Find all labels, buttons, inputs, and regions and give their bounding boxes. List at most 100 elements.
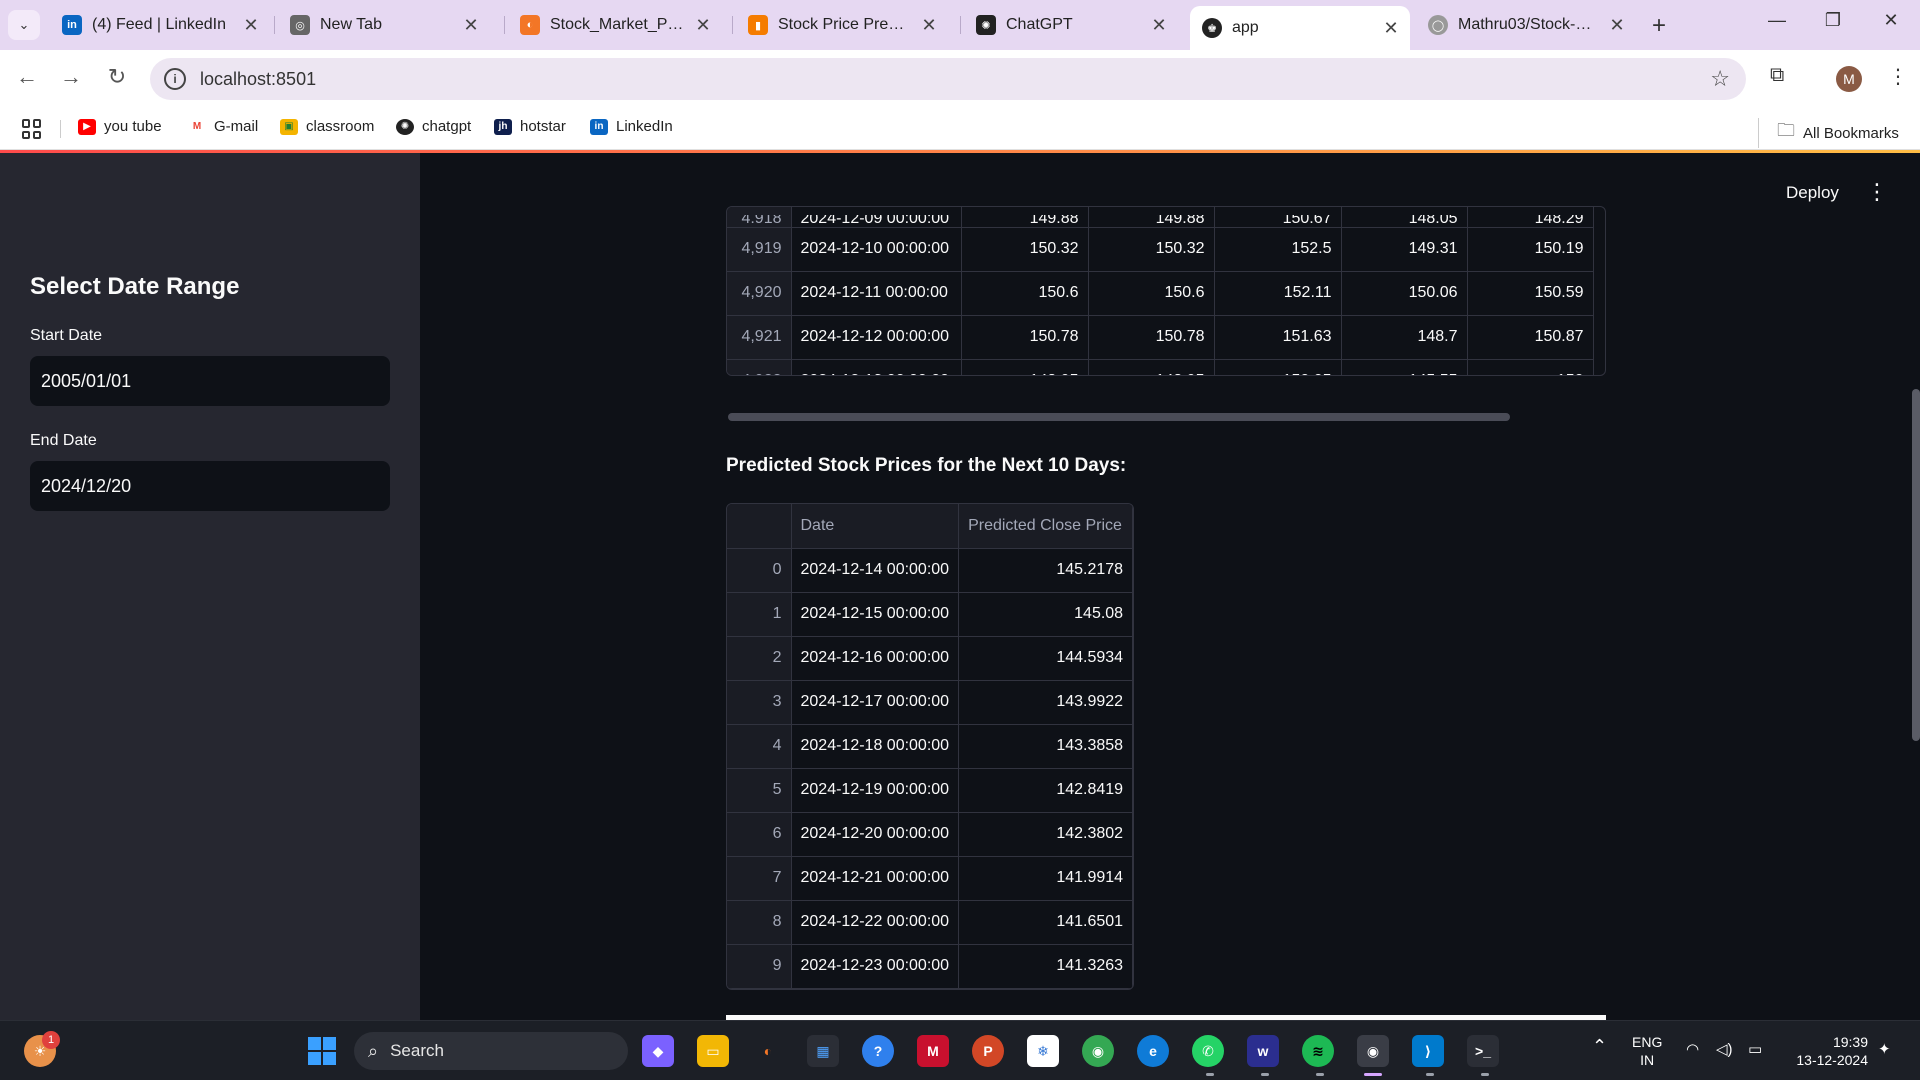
mcafee-icon[interactable]: M bbox=[917, 1035, 949, 1067]
tab-chatgpt[interactable]: ✺ ChatGPT ✕ bbox=[964, 6, 1178, 44]
microsoft-store-icon[interactable]: ▦ bbox=[807, 1035, 839, 1067]
table-row: 7 2024-12-21 00:00:00 141.9914 bbox=[727, 856, 1134, 901]
table-row: 8 2024-12-22 00:00:00 141.6501 bbox=[727, 900, 1134, 945]
whatsapp-icon[interactable]: ✆ bbox=[1192, 1035, 1224, 1067]
help-icon[interactable]: ? bbox=[862, 1035, 894, 1067]
profile-avatar[interactable]: M bbox=[1836, 66, 1862, 92]
browser-tab-bar: ⌄ in (4) Feed | LinkedIn ✕ ◎ New Tab ✕ ◐… bbox=[0, 0, 1920, 50]
close-window-button[interactable]: ✕ bbox=[1876, 10, 1906, 31]
table-row: 2 2024-12-16 00:00:00 144.5934 bbox=[727, 636, 1134, 681]
url-text[interactable]: localhost:8501 bbox=[200, 69, 316, 90]
spotify-icon[interactable]: ≋ bbox=[1302, 1035, 1334, 1067]
close-icon[interactable]: ✕ bbox=[920, 15, 938, 36]
jupyter-icon: ◐ bbox=[520, 15, 540, 35]
slides-icon: ▮ bbox=[748, 15, 768, 35]
close-icon[interactable]: ✕ bbox=[1608, 15, 1626, 36]
reload-button[interactable]: ↻ bbox=[102, 64, 132, 90]
chevron-up-icon[interactable]: ⌃ bbox=[1592, 1037, 1607, 1055]
all-bookmarks-label: All Bookmarks bbox=[1803, 124, 1899, 142]
close-icon[interactable]: ✕ bbox=[462, 15, 480, 36]
column-header-index[interactable] bbox=[727, 504, 792, 549]
copilot-icon[interactable]: ◆ bbox=[642, 1035, 674, 1067]
url-bar[interactable]: i localhost:8501 ☆ bbox=[150, 58, 1746, 100]
clock-time: 19:39 bbox=[1832, 1034, 1868, 1050]
tab-search-button[interactable]: ⌄ bbox=[8, 10, 40, 40]
tab-linkedin[interactable]: in (4) Feed | LinkedIn ✕ bbox=[50, 6, 270, 44]
tab-stock-price-prediction[interactable]: ▮ Stock Price Predictio ✕ bbox=[736, 6, 948, 44]
all-bookmarks[interactable]: 🗀 All Bookmarks bbox=[1758, 118, 1899, 148]
table-row: 1 2024-12-15 00:00:00 145.08 bbox=[727, 592, 1134, 637]
close-icon[interactable]: ✕ bbox=[694, 15, 712, 36]
apps-grid-icon[interactable] bbox=[22, 119, 42, 139]
taskbar-search-box[interactable]: ⌕ Search bbox=[354, 1032, 628, 1070]
horizontal-scrollbar[interactable] bbox=[728, 413, 1510, 421]
bookmark-star-icon[interactable]: ☆ bbox=[1710, 66, 1730, 92]
tab-new-tab[interactable]: ◎ New Tab ✕ bbox=[278, 6, 490, 44]
bookmark-label: G-mail bbox=[214, 118, 259, 135]
tab-jupyter[interactable]: ◐ Stock_Market_Price/ ✕ bbox=[508, 6, 722, 44]
vertical-scrollbar[interactable] bbox=[1912, 389, 1920, 741]
linkedin-icon: in bbox=[62, 15, 82, 35]
bookmark-label: LinkedIn bbox=[616, 118, 673, 135]
site-info-icon[interactable]: i bbox=[164, 68, 186, 90]
prediction-dataframe[interactable]: Date Predicted Close Price 0 2024-12-14 0… bbox=[726, 503, 1135, 990]
edge-icon[interactable]: e bbox=[1137, 1035, 1169, 1067]
bookmark-gmail[interactable]: M G-mail bbox=[188, 118, 258, 135]
close-icon[interactable]: ✕ bbox=[1382, 18, 1400, 39]
column-header-date[interactable]: Date bbox=[791, 504, 960, 549]
volume-icon[interactable]: ◁) bbox=[1716, 1041, 1733, 1059]
column-header-predicted-close[interactable]: Predicted Close Price bbox=[958, 504, 1134, 549]
chatgpt-icon: ✺ bbox=[396, 118, 414, 135]
new-tab-button[interactable]: + bbox=[1652, 12, 1666, 40]
file-explorer-icon[interactable]: ▭ bbox=[697, 1035, 729, 1067]
notification-badge: 1 bbox=[42, 1031, 60, 1049]
terminal-icon[interactable]: >_ bbox=[1467, 1035, 1499, 1067]
table-row: 4 2024-12-18 00:00:00 143.3858 bbox=[727, 724, 1134, 769]
chrome-profile-icon[interactable]: ◉ bbox=[1357, 1035, 1389, 1067]
app-menu-icon[interactable]: ⋮ bbox=[1866, 179, 1888, 205]
windows-start-icon[interactable] bbox=[306, 1035, 338, 1067]
history-dataframe[interactable]: 4,918 2024-12-09 00:00:00 149.88 149.88 … bbox=[726, 206, 1606, 376]
clock[interactable]: 19:39 13-12-2024 bbox=[1784, 1033, 1868, 1069]
tab-app[interactable]: ♚ app ✕ bbox=[1190, 6, 1410, 50]
restore-button[interactable]: ❐ bbox=[1818, 10, 1848, 31]
table-row: 6 2024-12-20 00:00:00 142.3802 bbox=[727, 812, 1134, 857]
prediction-heading: Predicted Stock Prices for the Next 10 D… bbox=[726, 455, 1127, 476]
close-icon[interactable]: ✕ bbox=[1150, 15, 1168, 36]
bookmark-hotstar[interactable]: jh hotstar bbox=[494, 118, 566, 135]
tab-github[interactable]: ◯ Mathru03/Stock-Pric ✕ bbox=[1416, 6, 1636, 44]
github-icon: ◯ bbox=[1428, 15, 1448, 35]
table-row: 0 2024-12-14 00:00:00 145.2178 bbox=[727, 548, 1134, 593]
jupyter-icon[interactable]: ◐ bbox=[752, 1035, 784, 1067]
bookmark-chatgpt[interactable]: ✺ chatgpt bbox=[396, 118, 471, 135]
webex-icon[interactable]: w bbox=[1247, 1035, 1279, 1067]
chrome-icon[interactable]: ◉ bbox=[1082, 1035, 1114, 1067]
powerpoint-icon[interactable]: P bbox=[972, 1035, 1004, 1067]
tab-title: (4) Feed | LinkedIn bbox=[92, 16, 227, 33]
notifications-icon[interactable]: ✦ bbox=[1878, 1041, 1891, 1059]
bookmark-classroom[interactable]: ▣ classroom bbox=[280, 118, 374, 135]
bookmark-linkedin[interactable]: in LinkedIn bbox=[590, 118, 673, 135]
back-button[interactable]: ← bbox=[12, 64, 42, 90]
wifi-icon[interactable]: ◠ bbox=[1686, 1041, 1699, 1059]
close-icon[interactable]: ✕ bbox=[242, 15, 260, 36]
table-row: 4,9222024-12-13 00:00:00 148.95148.95 15… bbox=[727, 359, 1594, 375]
start-date-input[interactable]: 2005/01/01 bbox=[30, 356, 390, 406]
forward-button[interactable]: → bbox=[56, 64, 86, 90]
minimize-button[interactable]: — bbox=[1762, 10, 1792, 31]
bookmarks-bar: ▶ you tube M G-mail ▣ classroom ✺ chatgp… bbox=[0, 108, 1920, 150]
browser-menu-icon[interactable]: ⋮ bbox=[1888, 64, 1908, 89]
battery-icon[interactable]: ▭ bbox=[1748, 1041, 1762, 1059]
deploy-button[interactable]: Deploy bbox=[1786, 183, 1839, 203]
tab-title: Stock Price Predictio bbox=[778, 16, 912, 33]
language-indicator[interactable]: ENG IN bbox=[1632, 1033, 1662, 1069]
bookmark-youtube[interactable]: ▶ you tube bbox=[78, 118, 162, 135]
vscode-icon[interactable]: ⟩ bbox=[1412, 1035, 1444, 1067]
linkedin-icon: in bbox=[590, 118, 608, 135]
end-date-input[interactable]: 2024/12/20 bbox=[30, 461, 390, 511]
extensions-icon[interactable]: ⧉ bbox=[1770, 64, 1784, 87]
search-label: Search bbox=[390, 1041, 444, 1060]
classroom-icon: ▣ bbox=[280, 118, 298, 135]
snipping-icon[interactable]: ❄ bbox=[1027, 1035, 1059, 1067]
tab-title: app bbox=[1232, 19, 1259, 36]
